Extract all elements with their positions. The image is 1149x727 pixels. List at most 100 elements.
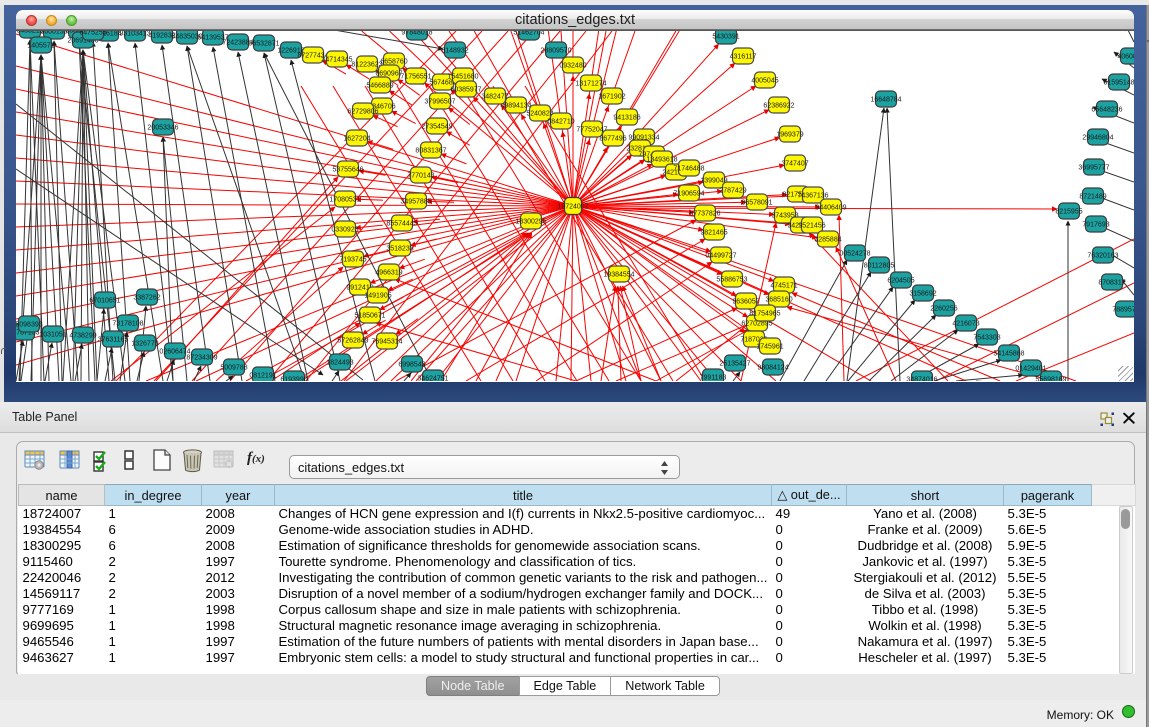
svg-text:86578091: 86578091 — [741, 200, 772, 207]
svg-text:4966319: 4966319 — [375, 270, 402, 277]
svg-text:1969379: 1969379 — [776, 132, 803, 139]
svg-text:6193990: 6193990 — [280, 377, 307, 382]
svg-text:8148932: 8148932 — [441, 48, 468, 55]
svg-text:0842710: 0842710 — [547, 119, 574, 126]
svg-text:7543303: 7543303 — [973, 335, 1000, 342]
svg-text:73178108: 73178108 — [112, 321, 143, 328]
svg-text:29946804: 29946804 — [1082, 135, 1113, 142]
svg-text:4738299: 4738299 — [69, 333, 96, 340]
svg-text:3518233: 3518233 — [386, 246, 413, 253]
svg-text:4745171: 4745171 — [770, 283, 797, 290]
svg-text:96532871: 96532871 — [248, 41, 279, 48]
svg-text:1326773: 1326773 — [131, 341, 158, 348]
svg-text:71756551: 71756551 — [400, 74, 431, 81]
svg-text:62386922: 62386922 — [763, 103, 794, 110]
svg-text:25135427: 25135427 — [719, 361, 750, 368]
svg-text:28809570: 28809570 — [540, 48, 571, 55]
svg-text:80112805: 80112805 — [864, 263, 895, 270]
svg-text:76945314: 76945314 — [371, 339, 402, 346]
svg-text:0812191: 0812191 — [249, 373, 276, 380]
svg-text:94406409: 94406409 — [815, 205, 846, 212]
svg-text:15451680: 15451680 — [447, 74, 478, 81]
svg-text:60385977: 60385977 — [450, 87, 481, 94]
svg-text:62729806: 62729806 — [347, 109, 378, 116]
svg-text:5240824: 5240824 — [526, 111, 553, 118]
svg-text:57262849: 57262849 — [337, 338, 368, 345]
svg-text:71746488: 71746488 — [673, 166, 704, 173]
svg-text:9413186: 9413186 — [613, 115, 640, 122]
svg-text:55886753: 55886753 — [716, 277, 747, 284]
svg-text:7889579: 7889579 — [1112, 307, 1134, 314]
svg-text:49894134: 49894134 — [500, 103, 531, 110]
svg-text:5098393: 5098393 — [16, 322, 43, 329]
svg-text:97848018: 97848018 — [401, 31, 432, 37]
svg-text:36995777: 36995777 — [1078, 165, 1109, 172]
svg-text:7917693: 7917693 — [1082, 222, 1109, 229]
svg-text:1671902: 1671902 — [598, 94, 625, 101]
svg-text:8721489: 8721489 — [1079, 194, 1106, 201]
svg-text:8677496: 8677496 — [599, 136, 626, 143]
svg-text:80831367: 80831367 — [415, 148, 446, 155]
svg-text:37631165: 37631165 — [98, 337, 129, 344]
svg-text:1824493: 1824493 — [326, 360, 353, 367]
svg-text:3158692: 3158692 — [909, 291, 936, 298]
svg-text:3285884: 3285884 — [814, 237, 841, 244]
svg-text:18300295: 18300295 — [515, 219, 546, 226]
svg-text:67737826: 67737826 — [689, 211, 720, 218]
svg-text:3387262: 3387262 — [133, 295, 160, 302]
svg-text:34874016: 34874016 — [906, 377, 937, 382]
svg-text:54145868: 54145868 — [993, 351, 1024, 358]
svg-text:6998543: 6998543 — [398, 362, 425, 369]
svg-text:87234309: 87234309 — [186, 355, 217, 362]
svg-text:67010651: 67010651 — [89, 298, 120, 305]
svg-text:51850671: 51850671 — [354, 313, 385, 320]
svg-text:81223623: 81223623 — [351, 62, 382, 69]
svg-text:9521456: 9521456 — [798, 223, 825, 230]
svg-text:5009788: 5009788 — [220, 365, 247, 372]
svg-text:9636057: 9636057 — [732, 299, 759, 306]
svg-text:7770143: 7770143 — [407, 173, 434, 180]
svg-text:2260256: 2260256 — [930, 306, 957, 313]
svg-text:1745961: 1745961 — [756, 344, 783, 351]
svg-text:34714345: 34714345 — [321, 57, 352, 64]
svg-text:2787429: 2787429 — [719, 188, 746, 195]
svg-text:4216073: 4216073 — [952, 321, 979, 328]
svg-text:7193745: 7193745 — [339, 257, 366, 264]
svg-text:17080531: 17080531 — [329, 197, 360, 204]
svg-text:65648236: 65648236 — [1091, 107, 1122, 114]
svg-text:61595148: 61595148 — [1103, 80, 1134, 87]
svg-text:0932480: 0932480 — [559, 63, 586, 70]
svg-text:81754965: 81754965 — [749, 311, 780, 318]
svg-text:53755646: 53755646 — [332, 167, 363, 174]
svg-text:3747407: 3747407 — [781, 161, 808, 168]
svg-text:5466889: 5466889 — [366, 83, 393, 90]
svg-text:19384554: 19384554 — [603, 272, 634, 279]
svg-text:0330923: 0330923 — [331, 227, 358, 234]
svg-text:4060883: 4060883 — [1117, 54, 1134, 61]
svg-text:7991183: 7991183 — [700, 375, 727, 382]
svg-text:20053346: 20053346 — [147, 125, 178, 132]
svg-text:6475255: 6475255 — [79, 31, 106, 37]
svg-text:6204505: 6204505 — [887, 278, 914, 285]
svg-text:98084124: 98084124 — [757, 365, 788, 372]
svg-text:55698169: 55698169 — [1035, 377, 1066, 382]
svg-text:9600133: 9600133 — [40, 31, 67, 36]
svg-text:37996507: 37996507 — [424, 99, 455, 106]
svg-text:74367136: 74367136 — [797, 193, 828, 200]
svg-text:71906594: 71906594 — [673, 191, 704, 198]
svg-text:51462704: 51462704 — [513, 31, 544, 37]
svg-text:8708317: 8708317 — [1098, 280, 1125, 287]
svg-text:85574443: 85574443 — [386, 221, 417, 228]
svg-text:4316117: 4316117 — [730, 54, 757, 61]
svg-text:1627204: 1627204 — [343, 136, 370, 143]
svg-text:34957885: 34957885 — [400, 199, 431, 206]
svg-text:1031051: 1031051 — [39, 332, 66, 339]
svg-text:9821465: 9821465 — [700, 230, 727, 237]
svg-text:3685160: 3685160 — [765, 297, 792, 304]
svg-text:93103413: 93103413 — [119, 31, 150, 38]
svg-text:27354549: 27354549 — [421, 124, 452, 131]
svg-text:13171274: 13171274 — [575, 81, 606, 88]
svg-text:3482477: 3482477 — [481, 94, 508, 101]
svg-text:00524278: 00524278 — [839, 251, 870, 258]
svg-text:76320163: 76320163 — [1087, 253, 1118, 260]
